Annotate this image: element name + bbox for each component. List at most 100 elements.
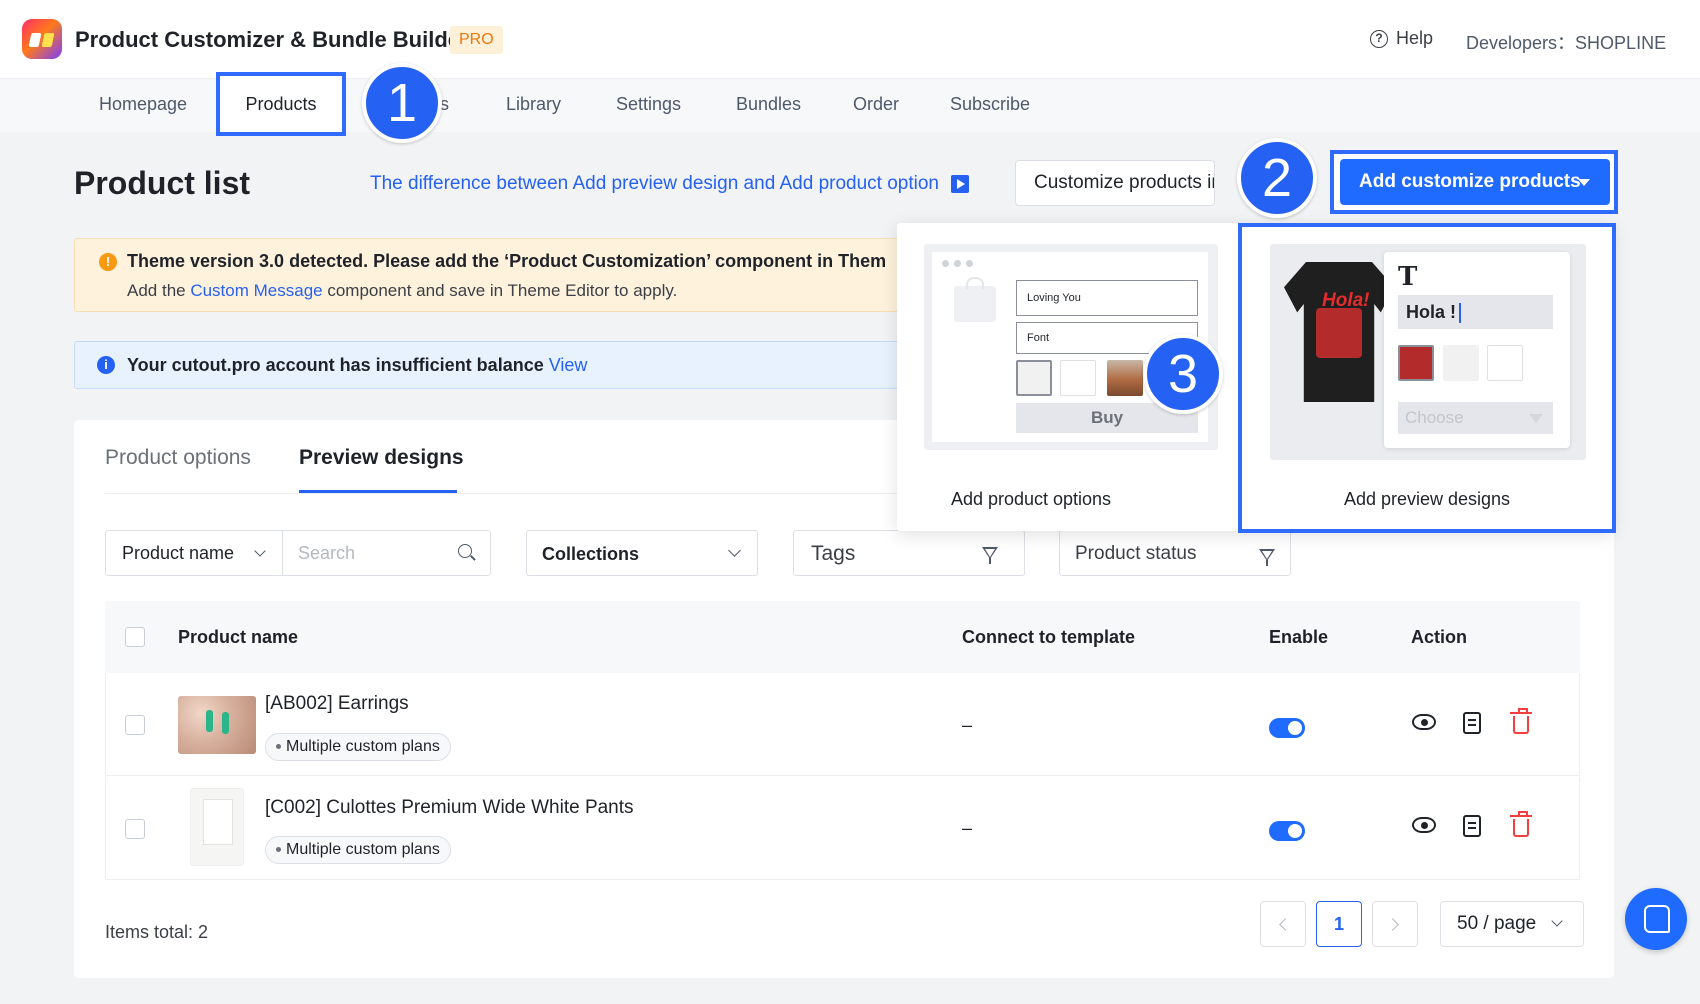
step-callout-2: 2 xyxy=(1237,138,1317,218)
add-preview-designs-option[interactable]: Add preview designs xyxy=(1242,489,1612,510)
tshirt-print-text: Hola! xyxy=(1322,290,1370,311)
items-total: Items total: 2 xyxy=(105,922,209,942)
warning-subtext-end: component and save in Theme Editor to ap… xyxy=(322,281,678,300)
add-product-options-option[interactable]: Add product options xyxy=(897,489,1165,510)
nav-order[interactable]: Order xyxy=(853,94,899,115)
mock-text-value: Hola ! xyxy=(1406,302,1457,322)
prev-page-button[interactable] xyxy=(1260,901,1306,947)
product-name[interactable]: [AB002] Earrings xyxy=(265,693,409,715)
mock-swatch-landscape xyxy=(1107,360,1143,396)
mock-text-field: Hola ! xyxy=(1398,295,1553,329)
balance-info-message: Your cutout.pro account has insufficient… xyxy=(127,355,544,375)
chat-bubble-icon[interactable] xyxy=(1625,888,1687,950)
mock-text-input: Loving You xyxy=(1016,280,1198,316)
mock-swatch-branch xyxy=(1487,345,1523,381)
page-size-select[interactable]: 50 / page xyxy=(1440,901,1584,947)
search-icon[interactable] xyxy=(458,544,472,558)
nav-homepage[interactable]: Homepage xyxy=(99,94,187,115)
custom-message-link[interactable]: Custom Message xyxy=(190,281,322,300)
play-icon xyxy=(951,175,969,193)
eye-icon[interactable] xyxy=(1412,817,1436,833)
page-size-label: 50 / page xyxy=(1457,913,1537,934)
add-customize-products-button[interactable]: Add customize products xyxy=(1340,159,1610,205)
balance-info-text: Your cutout.pro account has insufficient… xyxy=(127,355,587,376)
warning-icon: ! xyxy=(99,253,117,271)
filter-divider xyxy=(282,531,283,575)
delete-trash-icon[interactable] xyxy=(1510,811,1532,837)
tab-preview-designs[interactable]: Preview designs xyxy=(299,446,464,470)
info-icon: i xyxy=(97,356,115,374)
difference-link-label: The difference between Add preview desig… xyxy=(370,173,939,194)
product-name-search-filter: Product name Search xyxy=(105,530,491,576)
template-value: – xyxy=(962,818,973,838)
mock-swatch-flower xyxy=(1443,345,1479,381)
tab-product-options[interactable]: Product options xyxy=(105,446,251,470)
next-page-button[interactable] xyxy=(1372,901,1418,947)
nav-library[interactable]: Library xyxy=(506,94,561,115)
mock-choose-select: Choose xyxy=(1398,402,1553,434)
custom-plans-tag-label: Multiple custom plans xyxy=(286,738,440,755)
add-button-label: Add customize products xyxy=(1359,171,1581,192)
collections-label: Collections xyxy=(542,544,640,564)
shopping-bag-icon xyxy=(954,277,996,322)
nav-bundles[interactable]: Bundles xyxy=(736,94,801,115)
bulk-customize-button[interactable]: Customize products in b xyxy=(1015,160,1215,206)
eye-icon[interactable] xyxy=(1412,714,1436,730)
custom-plans-tag: Multiple custom plans xyxy=(265,733,451,761)
help-icon: ? xyxy=(1370,29,1388,48)
column-connect-template: Connect to template xyxy=(962,627,1136,647)
help-link[interactable]: ? Help xyxy=(1370,28,1433,49)
nav-settings[interactable]: Settings xyxy=(616,94,681,115)
nav-products[interactable]: Products xyxy=(216,72,346,136)
chevron-down-icon xyxy=(728,544,741,557)
caret-down-icon xyxy=(1578,179,1590,186)
product-name-select[interactable]: Product name xyxy=(122,543,234,564)
delete-trash-icon[interactable] xyxy=(1510,708,1532,734)
edit-document-icon[interactable] xyxy=(1463,712,1481,734)
window-dot xyxy=(954,260,961,267)
mock-swatch-flower xyxy=(1016,360,1052,396)
custom-plans-tag: Multiple custom plans xyxy=(265,836,451,864)
earrings-thumbnail xyxy=(178,696,256,754)
product-status-label: Product status xyxy=(1075,543,1197,564)
column-enable: Enable xyxy=(1269,627,1329,647)
text-cursor xyxy=(1459,303,1462,324)
enable-toggle[interactable] xyxy=(1269,718,1305,738)
pants-thumbnail xyxy=(190,788,244,866)
product-name[interactable]: [C002] Culottes Premium Wide White Pants xyxy=(265,797,634,819)
step-callout-3: 3 xyxy=(1143,334,1223,414)
search-input[interactable]: Search xyxy=(298,543,355,564)
window-dot xyxy=(942,260,949,267)
template-value: – xyxy=(962,715,973,735)
edit-document-icon[interactable] xyxy=(1463,815,1481,837)
chevron-down-icon xyxy=(1551,915,1563,927)
mock-swatch-branch xyxy=(1060,360,1096,396)
difference-link[interactable]: The difference between Add preview desig… xyxy=(370,173,969,195)
row-checkbox[interactable] xyxy=(125,715,145,735)
nav-subscribe[interactable]: Subscribe xyxy=(950,94,1030,115)
chevron-left-icon xyxy=(1279,918,1292,931)
app-logo xyxy=(22,19,62,59)
page-1-button[interactable]: 1 xyxy=(1316,901,1362,947)
table-header xyxy=(105,601,1580,673)
chevron-down-icon xyxy=(254,545,266,557)
select-all-checkbox[interactable] xyxy=(125,627,145,647)
custom-plans-tag-label: Multiple custom plans xyxy=(286,841,440,858)
row-checkbox[interactable] xyxy=(125,819,145,839)
step-callout-1: 1 xyxy=(362,63,442,143)
column-action: Action xyxy=(1411,627,1467,647)
mock-swatch-print xyxy=(1398,345,1434,381)
collections-select[interactable]: Collections xyxy=(526,530,758,576)
tags-filter[interactable]: Tags xyxy=(793,530,1025,576)
view-link[interactable]: View xyxy=(549,355,588,375)
enable-toggle[interactable] xyxy=(1269,821,1305,841)
product-status-filter[interactable]: Product status xyxy=(1059,530,1291,576)
filter-icon xyxy=(1259,549,1275,566)
window-dot xyxy=(966,260,973,267)
warning-subtext-start: Add the xyxy=(127,281,191,300)
pro-badge: PRO xyxy=(450,26,503,54)
page-title: Product list xyxy=(74,165,251,201)
developers-label: Developers：SHOPLINE xyxy=(1466,33,1667,53)
warning-title: Theme version 3.0 detected. Please add t… xyxy=(127,251,887,271)
warning-subtext: Add the Custom Message component and sav… xyxy=(127,281,677,301)
